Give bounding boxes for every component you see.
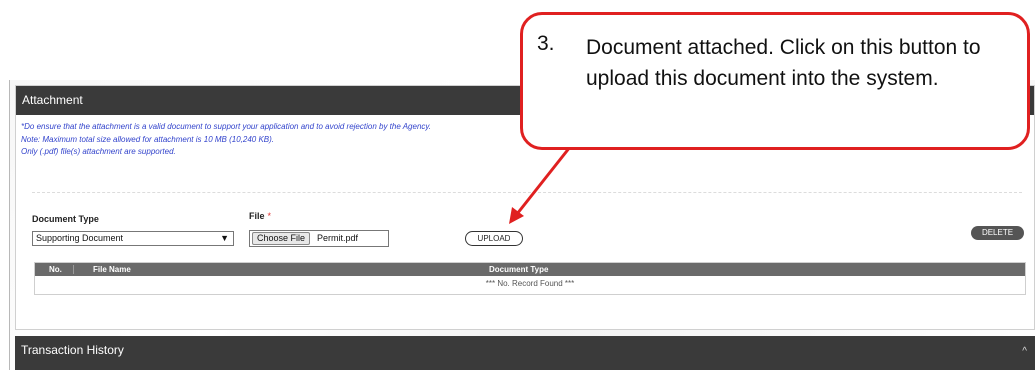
callout-text: Document attached. Click on this button …	[586, 36, 981, 90]
arrow-line	[515, 146, 572, 215]
callout-step-number: 3.	[537, 32, 555, 55]
instruction-callout: 3. Document attached. Click on this butt…	[520, 12, 1030, 150]
